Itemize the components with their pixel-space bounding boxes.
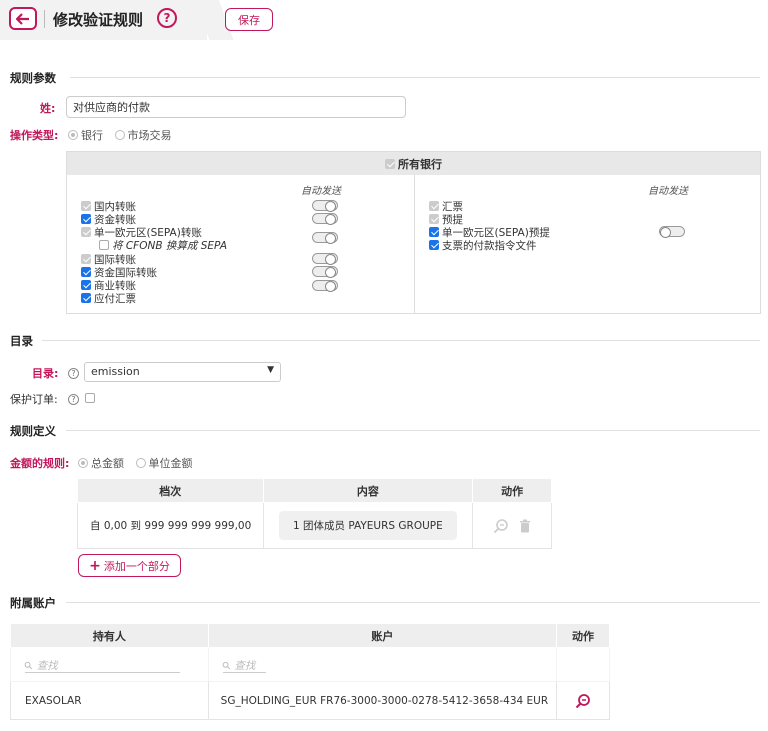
chevron-down-icon: ▼ (267, 365, 274, 375)
tier-actions (472, 502, 552, 549)
amount-unit-radio[interactable]: 单位金额 (135, 457, 193, 470)
account-search-input[interactable]: 查找 (223, 658, 255, 673)
col-content: 内容 (262, 478, 474, 503)
page-title: 修改验证规则 (53, 11, 144, 29)
tiers-table: 档次 内容 动作 自 0,00 到 999 999 999 999,00 1 团… (77, 478, 552, 549)
auto-send-label-left: 自动发送 (301, 186, 341, 197)
add-section-button[interactable]: + 添加一个部分 (78, 554, 181, 577)
account-actions (556, 681, 610, 720)
name-label: 姓: (40, 102, 56, 115)
account-holder: EXASOLAR (10, 681, 209, 720)
auto-send-toggle[interactable] (312, 213, 338, 225)
accounts-table: 持有人 账户 动作 查找 查找 EXASOLAR SG_HOLDING_EUR … (10, 623, 610, 720)
amount-total-radio[interactable]: 总金额 (78, 457, 124, 470)
bank-op-payable-bill[interactable]: 应付汇票 (81, 291, 136, 306)
tier-content-cell: 1 团体成员 PAYEURS GROUPE (262, 502, 474, 549)
table-row: EXASOLAR SG_HOLDING_EUR FR76-3000-3000-0… (10, 681, 610, 720)
holder-search-input[interactable]: 查找 (25, 658, 58, 673)
section-divider (42, 340, 760, 341)
auto-send-toggle[interactable] (312, 200, 338, 212)
auto-send-toggle[interactable] (312, 280, 338, 292)
section-accounts: 附属账户 (10, 596, 56, 610)
col-action: 动作 (472, 478, 552, 503)
plus-icon: + (89, 557, 101, 574)
bank-op-check-payment-file[interactable]: 支票的付款指令文件 (429, 238, 537, 253)
optype-bank-radio[interactable]: 银行 (68, 129, 103, 142)
amount-rule-radio-group: 总金额 单位金额 (78, 455, 193, 471)
banks-divider (414, 175, 415, 313)
section-divider (70, 77, 760, 78)
banks-panel: 所有银行 自动发送 自动发送 国内转账 资金转账 单一欧元区(SEPA)转账 将… (66, 151, 761, 314)
optype-market-radio[interactable]: 市场交易 (114, 129, 172, 142)
tier-content[interactable]: 1 团体成员 PAYEURS GROUPE (278, 511, 457, 540)
account-number: SG_HOLDING_EUR FR76-3000-3000-0278-5412-… (207, 681, 558, 720)
all-banks-checkbox[interactable] (385, 158, 395, 169)
section-rule-definition: 规则定义 (10, 424, 56, 438)
zoom-icon[interactable] (493, 518, 509, 534)
holder-search-cell: 查找 (10, 647, 209, 682)
protect-order-label: 保护订单: (10, 393, 58, 406)
col-account: 账户 (207, 623, 558, 648)
section-divider (66, 430, 760, 431)
help-icon[interactable]: ? (68, 368, 79, 379)
table-row: 自 0,00 到 999 999 999 999,00 1 团体成员 PAYEU… (77, 502, 552, 549)
all-banks-header[interactable]: 所有银行 (67, 152, 760, 175)
amount-rule-label: 金额的规则: (10, 457, 70, 470)
title-separator (44, 10, 45, 28)
auto-send-toggle[interactable] (659, 226, 685, 238)
section-divider (66, 602, 760, 603)
back-arrow-icon (16, 12, 29, 25)
auto-send-toggle[interactable] (312, 253, 338, 265)
top-bar: 修改验证规则 ? 保存 (0, 0, 768, 40)
zoom-icon[interactable] (575, 693, 591, 709)
col-action: 动作 (556, 623, 610, 648)
help-icon[interactable]: ? (157, 8, 177, 28)
auto-send-toggle[interactable] (312, 266, 338, 278)
section-rule-params: 规则参数 (10, 71, 56, 85)
auto-send-toggle[interactable] (312, 232, 338, 244)
name-input[interactable] (66, 96, 406, 118)
protect-order-checkbox[interactable] (85, 393, 95, 403)
trash-icon[interactable] (519, 519, 531, 533)
directory-label: 目录: (32, 367, 59, 380)
back-button[interactable] (9, 7, 37, 30)
optype-radio-group: 银行 市场交易 (68, 127, 172, 143)
directory-select[interactable]: emission ▼ (84, 362, 281, 382)
tier-range: 自 0,00 到 999 999 999 999,00 (77, 502, 264, 549)
bank-op-cfonb-to-sepa[interactable]: 将 CFONB 换算成 SEPA (99, 238, 227, 253)
optype-label: 操作类型: (10, 129, 59, 142)
col-holder: 持有人 (10, 623, 209, 648)
auto-send-label-right: 自动发送 (648, 186, 688, 197)
account-search-cell: 查找 (207, 647, 558, 682)
section-catalog: 目录 (10, 334, 33, 348)
save-button[interactable]: 保存 (225, 8, 273, 31)
help-icon[interactable]: ? (68, 394, 79, 405)
col-tier: 档次 (77, 478, 264, 503)
